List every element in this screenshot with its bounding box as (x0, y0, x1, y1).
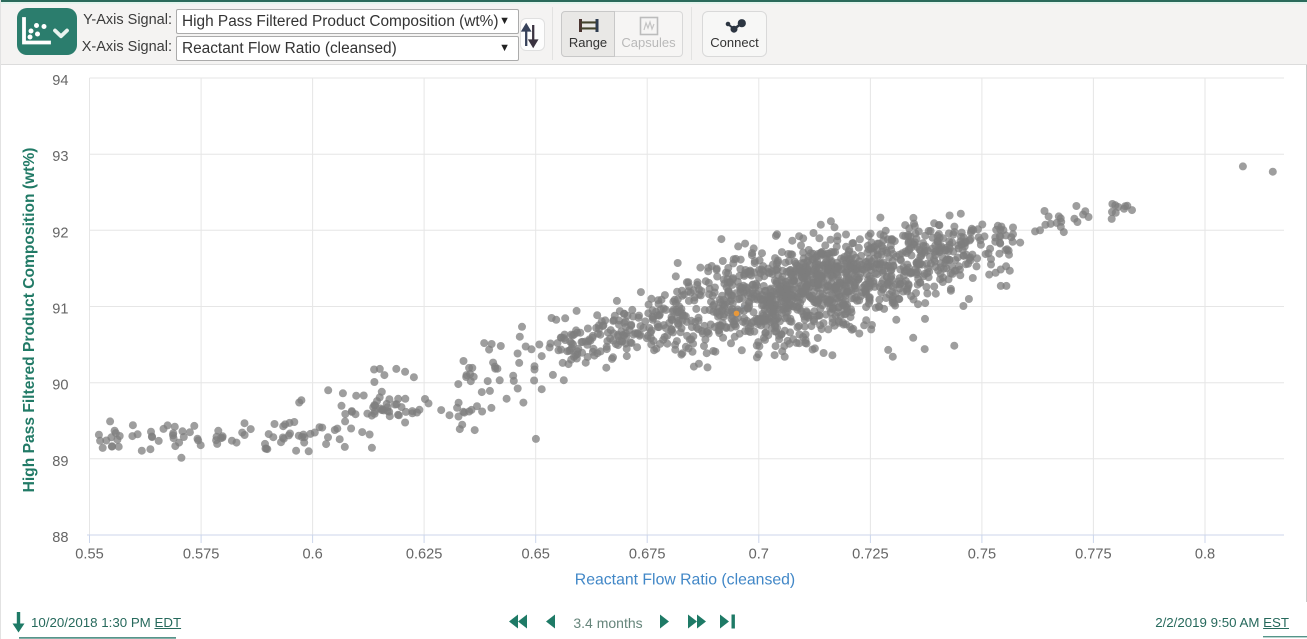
svg-text:0.675: 0.675 (629, 547, 666, 563)
svg-text:Reactant Flow Ratio (cleansed): Reactant Flow Ratio (cleansed) (575, 572, 795, 589)
svg-text:94: 94 (52, 73, 68, 89)
svg-text:High Pass Filtered Product Com: High Pass Filtered Product Composition (… (21, 148, 38, 493)
svg-text:0.6: 0.6 (302, 547, 322, 563)
svg-text:92: 92 (52, 225, 68, 241)
svg-text:0.75: 0.75 (968, 547, 996, 563)
svg-text:0.725: 0.725 (852, 547, 889, 563)
svg-text:0.55: 0.55 (75, 547, 103, 563)
svg-text:91: 91 (52, 302, 68, 318)
svg-text:89: 89 (52, 454, 68, 470)
svg-text:0.575: 0.575 (183, 547, 220, 563)
svg-text:0.65: 0.65 (521, 547, 549, 563)
svg-text:0.7: 0.7 (749, 547, 769, 563)
svg-text:90: 90 (52, 378, 68, 394)
svg-text:0.775: 0.775 (1075, 547, 1112, 563)
svg-text:88: 88 (52, 530, 68, 546)
svg-text:0.625: 0.625 (406, 547, 443, 563)
svg-text:93: 93 (52, 149, 68, 165)
svg-text:0.8: 0.8 (1195, 547, 1215, 563)
